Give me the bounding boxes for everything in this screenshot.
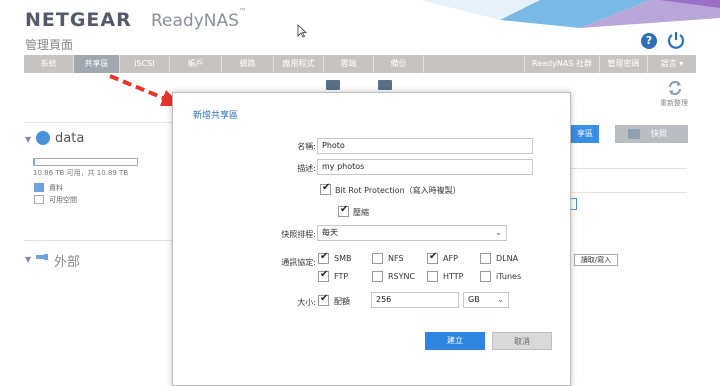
nav-item-accounts[interactable]: 帳戶 [170, 55, 222, 73]
read-write-button[interactable]: 讀取/寫入 [574, 254, 618, 266]
usb-icon [36, 254, 48, 260]
protocol-dlna-checkbox[interactable] [480, 253, 491, 264]
bitrot-checkbox[interactable] [320, 182, 331, 195]
quota-label: 配額 [334, 297, 350, 306]
description-label: 描述: [297, 164, 316, 173]
quota-unit-select[interactable]: GB ⌄ [463, 292, 509, 308]
compression-checkbox[interactable] [338, 204, 349, 217]
protocol-ftp-checkbox[interactable] [318, 269, 329, 282]
volume-usage-fill [34, 159, 36, 165]
protocol-afp-label: AFP [443, 254, 458, 263]
collapse-arrow-icon[interactable]: ▼ [25, 255, 31, 264]
protocol-smb-label: SMB [334, 254, 352, 263]
snapshot-schedule-value: 每天 [322, 228, 338, 237]
netgear-logo: NETGEAR [25, 9, 132, 31]
protocol-itunes-checkbox[interactable] [480, 271, 491, 282]
nav-item-cloud[interactable]: 雲端 [324, 55, 374, 73]
volume-capacity: 10.86 TB 可用，共 10.89 TB [33, 169, 129, 177]
new-share-dialog: 新增共享區 名稱: Photo 描述: my photos Bit Rot Pr… [172, 92, 571, 386]
volume-name[interactable]: data [55, 131, 84, 146]
share-description-input[interactable]: my photos [317, 159, 533, 175]
protocol-http-checkbox[interactable] [427, 271, 438, 282]
power-icon[interactable] [666, 30, 686, 50]
chevron-down-icon: ⌄ [495, 228, 502, 237]
divider [24, 240, 174, 241]
nav-item-system[interactable]: 系統 [24, 55, 74, 73]
product-name: ReadyNAS™ [151, 7, 247, 31]
snapshot-schedule-label: 快照排程: [281, 230, 316, 239]
quota-size-input[interactable]: 256 [371, 292, 459, 308]
nav-item-network[interactable]: 網路 [222, 55, 274, 73]
protocol-rsync-checkbox[interactable] [372, 271, 383, 282]
legend-data-label: 資料 [49, 184, 63, 192]
snapshot-icon [628, 129, 640, 139]
protocol-rsync-label: RSYNC [388, 272, 416, 281]
folder-icon[interactable] [378, 80, 392, 90]
cancel-button[interactable]: 取消 [492, 332, 552, 350]
background-input[interactable] [570, 198, 577, 210]
divider [571, 192, 687, 193]
nav-item-community[interactable]: ReadyNAS 社群 [525, 55, 600, 73]
legend-data-swatch [34, 183, 44, 192]
quota-unit-value: GB [468, 295, 480, 304]
volume-icon [36, 131, 50, 145]
legend-free-label: 可用空間 [49, 196, 77, 204]
refresh-icon[interactable] [667, 80, 683, 96]
protocol-dlna-label: DLNA [496, 254, 519, 263]
help-icon[interactable]: ? [641, 33, 657, 49]
main-nav: 系統 共享區 iSCSI 帳戶 網路 應用程式 雲端 備份 ReadyNAS 社… [24, 55, 696, 73]
protocol-itunes-label: iTunes [496, 272, 522, 281]
size-label: 大小: [297, 298, 316, 307]
nav-item-admin-password[interactable]: 管理密碼 [600, 55, 648, 73]
collapse-arrow-icon[interactable]: ▼ [25, 135, 31, 144]
nav-item-shares[interactable]: 共享區 [74, 55, 120, 73]
mouse-cursor-icon [297, 24, 307, 38]
protocol-nfs-label: NFS [388, 254, 404, 263]
snapshot-schedule-select[interactable]: 每天 ⌄ [317, 225, 507, 241]
new-share-button[interactable]: 享區 [571, 125, 599, 143]
create-button[interactable]: 建立 [425, 332, 485, 350]
protocol-label: 通訊協定: [281, 258, 316, 267]
external-volume-name[interactable]: 外部 [54, 251, 80, 270]
protocol-smb-checkbox[interactable] [318, 251, 329, 264]
legend-free-swatch [34, 195, 44, 204]
dialog-title: 新增共享區 [193, 111, 239, 121]
chevron-down-icon: ⌄ [497, 295, 504, 304]
refresh-label: 重新整理 [660, 99, 688, 107]
name-label: 名稱: [297, 142, 316, 151]
protocol-nfs-checkbox[interactable] [372, 253, 383, 264]
new-folder-icon[interactable] [326, 80, 340, 90]
divider [571, 168, 687, 169]
page-title: 管理頁面 [25, 38, 74, 52]
protocol-http-label: HTTP [443, 272, 464, 281]
nav-spacer [424, 55, 525, 73]
volume-usage-bar [33, 158, 138, 166]
compression-label: 壓縮 [353, 208, 369, 217]
nav-item-backup[interactable]: 備份 [374, 55, 424, 73]
protocol-afp-checkbox[interactable] [427, 251, 438, 264]
quota-checkbox[interactable] [318, 293, 329, 306]
nav-item-language[interactable]: 語言 ▾ [648, 55, 696, 73]
bitrot-label: Bit Rot Protection（寫入時複製） [335, 186, 461, 195]
nav-item-iscsi[interactable]: iSCSI [120, 55, 170, 73]
share-name-input[interactable]: Photo [317, 138, 533, 154]
protocol-ftp-label: FTP [334, 272, 349, 281]
snapshot-button[interactable]: 快照 [615, 125, 688, 143]
divider [24, 122, 174, 123]
nav-item-apps[interactable]: 應用程式 [274, 55, 324, 73]
